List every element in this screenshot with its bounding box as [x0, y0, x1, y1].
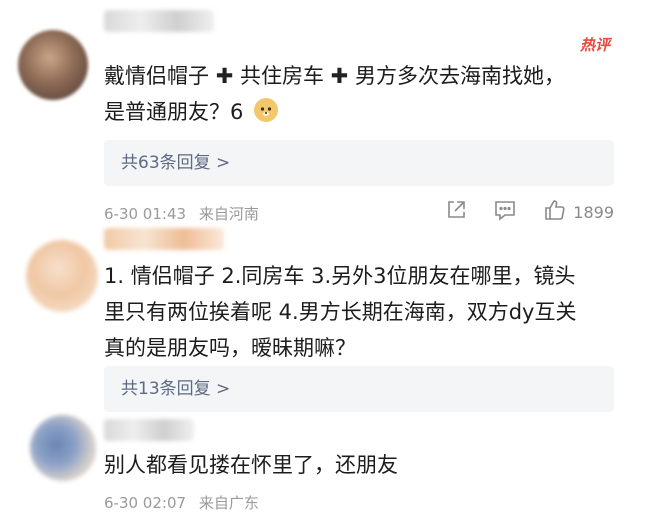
- plus-icon: ✚: [215, 64, 234, 88]
- username-blurred[interactable]: [104, 419, 194, 441]
- comment-3: 别人都看见搂在怀里了，还朋友 6-30 02:07 来自广东: [0, 405, 660, 517]
- comment-text: 戴情侣帽子 ✚ 共住房车 ✚ 男方多次去海南找她， 是普通朋友？6: [104, 58, 624, 130]
- comment-line: 别人都看见搂在怀里了，还朋友: [104, 453, 398, 477]
- comment-line: 真的是朋友吗，暧昧期嘛？: [104, 336, 356, 360]
- hot-badge: 热评: [579, 36, 610, 54]
- comment-text: 别人都看见搂在怀里了，还朋友: [104, 447, 624, 483]
- comment-line: 1. 情侣帽子 2.同房车 3.另外3位朋友在哪里，镜头: [104, 264, 576, 288]
- text-segment: 共住房车: [239, 64, 324, 88]
- comment-meta: 6-30 02:07 来自广东: [104, 492, 259, 513]
- replies-label: 共13条回复 >: [121, 379, 231, 399]
- username-blurred[interactable]: [104, 228, 224, 250]
- text-segment: 男方多次去海南找她，: [354, 64, 565, 88]
- comment-1: 热评 戴情侣帽子 ✚ 共住房车 ✚ 男方多次去海南找她， 是普通朋友？6 共63…: [0, 0, 660, 230]
- username-blurred[interactable]: [104, 10, 214, 32]
- text-segment: 是普通朋友？6: [104, 100, 244, 124]
- text-segment: 戴情侣帽子: [104, 64, 209, 88]
- comment-text: 1. 情侣帽子 2.同房车 3.另外3位朋友在哪里，镜头 里只有两位挨着呢 4.…: [104, 258, 624, 366]
- plus-icon: ✚: [330, 64, 349, 88]
- avatar[interactable]: [30, 415, 96, 481]
- doge-emoji-icon: [254, 98, 279, 122]
- avatar[interactable]: [26, 240, 98, 312]
- comment-location: 来自广东: [198, 494, 259, 512]
- comment-date: 6-30 02:07: [104, 494, 187, 512]
- replies-link[interactable]: 共63条回复 >: [104, 140, 614, 186]
- like-count: 1899: [573, 202, 614, 222]
- avatar[interactable]: [18, 30, 88, 100]
- comment-line: 里只有两位挨着呢 4.男方长期在海南，双方dy互关: [104, 300, 577, 324]
- comment-2: 1. 情侣帽子 2.同房车 3.另外3位朋友在哪里，镜头 里只有两位挨着呢 4.…: [0, 220, 660, 412]
- replies-label: 共63条回复 >: [121, 153, 231, 173]
